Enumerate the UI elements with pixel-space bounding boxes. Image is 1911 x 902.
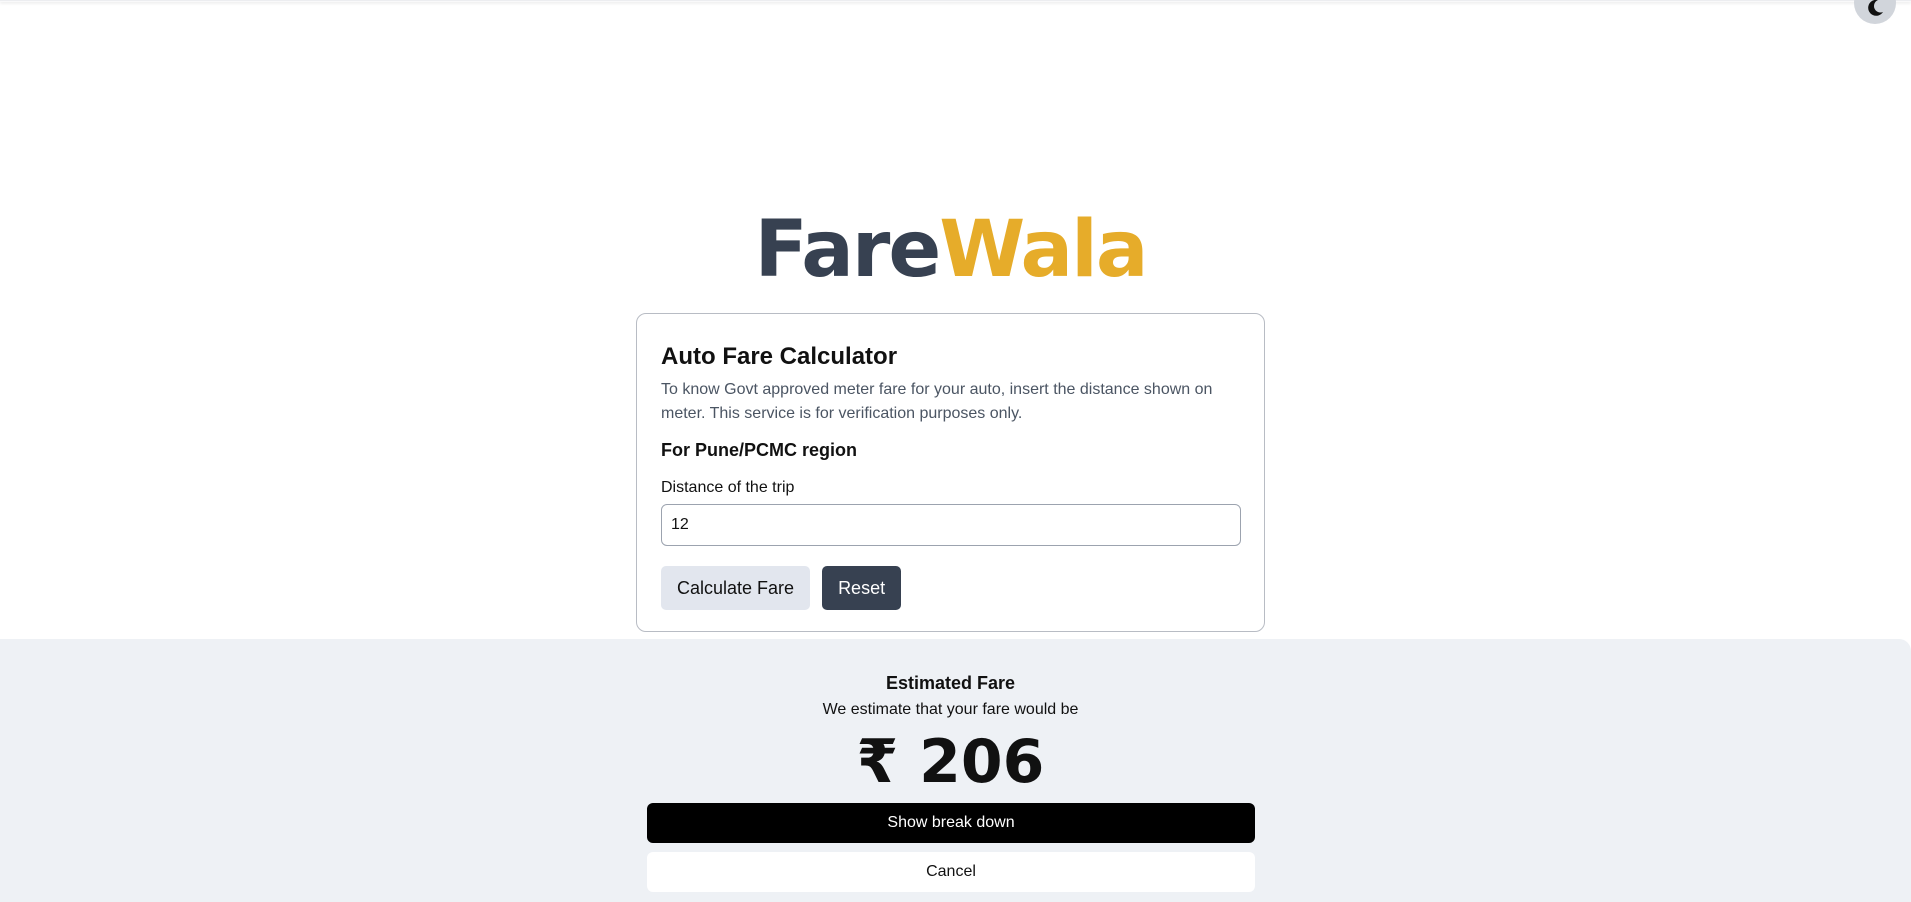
estimate-sheet: Estimated Fare We estimate that your far… (0, 639, 1911, 902)
card-description: To know Govt approved meter fare for you… (661, 381, 1213, 422)
calculate-fare-button[interactable]: Calculate Fare (661, 566, 811, 610)
theme-toggle-button[interactable] (1854, 0, 1896, 24)
top-bar (0, 0, 1911, 2)
fare-amount: ₹ 206 (856, 727, 1045, 797)
estimate-title: Estimated Fare (885, 673, 1016, 693)
show-breakdown-button[interactable]: Show break down (647, 803, 1255, 843)
distance-label: Distance of the trip (661, 479, 795, 496)
reset-button[interactable]: Reset (822, 566, 902, 610)
distance-input[interactable] (661, 504, 1241, 546)
estimate-subtitle: We estimate that your fare would be (822, 701, 1079, 718)
logo-text-fare: Fare (754, 205, 942, 295)
cancel-button[interactable]: Cancel (647, 852, 1255, 892)
page: FareWala Auto Fare Calculator To know Go… (0, 0, 1911, 902)
logo: FareWala (0, 205, 1901, 295)
card-title: Auto Fare Calculator (661, 343, 898, 370)
fare-calculator-card: Auto Fare Calculator To know Govt approv… (636, 313, 1265, 632)
logo-text-wala: Wala (939, 205, 1148, 295)
moon-icon (1865, 0, 1885, 23)
action-buttons: Calculate Fare Reset (661, 566, 1240, 610)
region-heading: For Pune/PCMC region (661, 440, 858, 460)
